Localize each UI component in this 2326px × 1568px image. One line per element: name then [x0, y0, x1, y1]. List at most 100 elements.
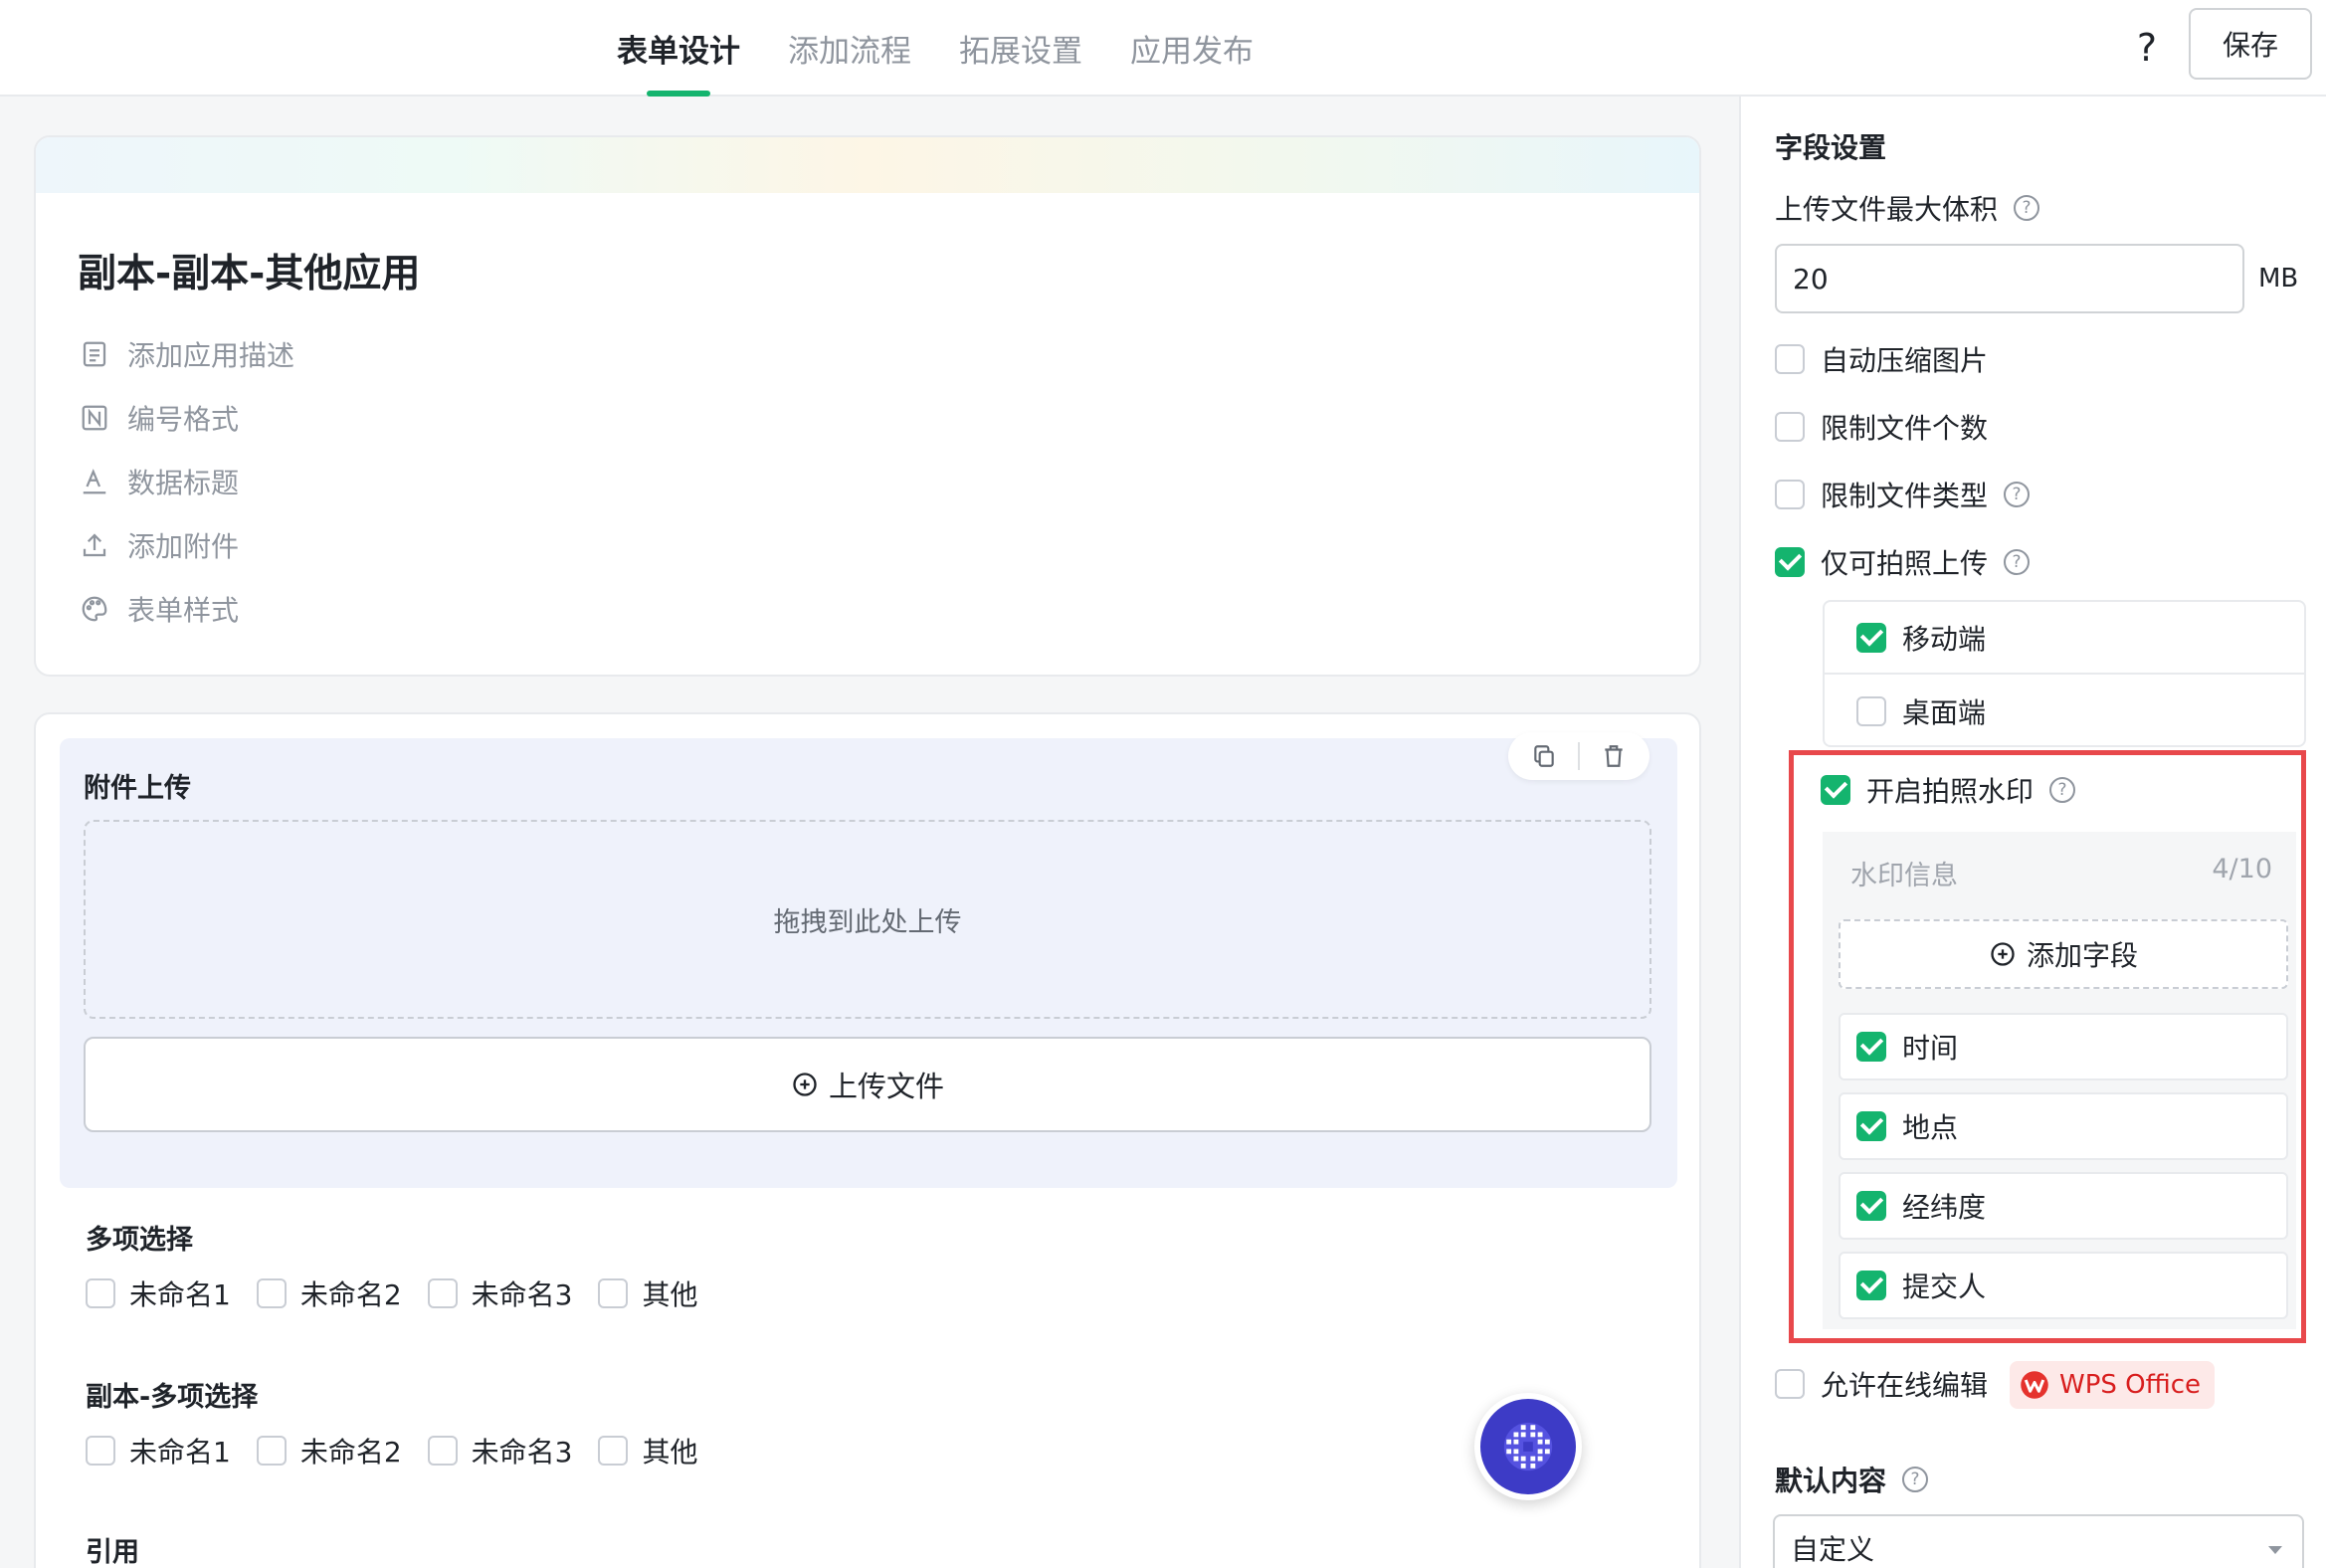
upload-file-label: 上传文件 [828, 1070, 944, 1103]
checkbox[interactable] [598, 1436, 629, 1466]
add-attachment-item[interactable]: 添加附件 [80, 513, 294, 577]
upload-icon [83, 533, 106, 557]
checkbox-checked[interactable] [1856, 1111, 1886, 1141]
save-button[interactable]: 保存 [2189, 8, 2312, 80]
help-icon[interactable]: ? [2117, 18, 2177, 78]
default-content-select[interactable]: 自定义 [1773, 1514, 2304, 1568]
data-title-label: 数据标题 [127, 467, 240, 499]
max-size-unit: MB [2258, 264, 2299, 294]
multi-select-copy-option-3[interactable]: 未命名3 [427, 1431, 573, 1470]
platform-desktop-label: 桌面端 [1902, 695, 1987, 729]
checkbox-checked[interactable] [1821, 775, 1850, 805]
tab-extension-settings[interactable]: 拓展设置 [935, 0, 1106, 97]
top-bar: 表单设计 添加流程 拓展设置 应用发布 ? 保存 [0, 0, 2326, 97]
watermark-checkbox[interactable]: 开启拍照水印 ? [1821, 770, 2076, 810]
add-description-label: 添加应用描述 [127, 339, 295, 372]
checkbox[interactable] [1775, 412, 1805, 442]
help-circle-icon[interactable]: ? [2049, 777, 2076, 803]
default-content-label: 默认内容 ? [1775, 1460, 1929, 1499]
default-content-value: 自定义 [1791, 1533, 1875, 1566]
multi-select-option-other[interactable]: 其他 [598, 1274, 698, 1313]
option-label: 未命名1 [129, 1278, 231, 1311]
add-field-button[interactable]: 添加字段 [1839, 919, 2288, 989]
watermark-info-section: 水印信息 4/10 添加字段 时间 地点 经纬度 提交人 [1823, 832, 2296, 1329]
checkbox[interactable] [86, 1436, 115, 1466]
checkbox[interactable] [598, 1278, 629, 1308]
plus-circle-icon [793, 1073, 817, 1096]
watermark-field-location[interactable]: 地点 [1839, 1092, 2288, 1160]
wps-office-badge: WPS Office [2010, 1361, 2216, 1409]
tab-app-publish[interactable]: 应用发布 [1106, 0, 1277, 97]
checkbox[interactable] [256, 1278, 287, 1308]
drop-zone[interactable]: 拖拽到此处上传 [84, 820, 1651, 1019]
help-circle-icon[interactable]: ? [1902, 1467, 1929, 1492]
auto-compress-label: 自动压缩图片 [1821, 344, 1989, 377]
max-size-text: 上传文件最大体积 [1775, 193, 1999, 226]
checkbox-checked[interactable] [1775, 547, 1805, 577]
form-style-item[interactable]: 表单样式 [80, 577, 294, 641]
add-description-item[interactable]: 添加应用描述 [80, 322, 294, 386]
max-size-input[interactable] [1775, 244, 2244, 313]
checkbox-checked[interactable] [1856, 1032, 1886, 1062]
plus-circle-icon [1991, 942, 2015, 966]
multi-select-copy-option-2[interactable]: 未命名2 [256, 1431, 402, 1470]
multi-select-option-3[interactable]: 未命名3 [427, 1274, 573, 1313]
watermark-field-label: 提交人 [1902, 1271, 1987, 1303]
app-title[interactable]: 副本-副本-其他应用 [78, 243, 420, 298]
option-label: 其他 [642, 1278, 698, 1311]
delete-icon[interactable] [1601, 743, 1627, 769]
description-icon [83, 341, 106, 367]
tab-add-flow[interactable]: 添加流程 [764, 0, 935, 97]
assistant-fab[interactable] [1474, 1393, 1582, 1500]
checkbox[interactable] [427, 1436, 458, 1466]
help-circle-icon[interactable]: ? [2004, 482, 2031, 507]
checkbox-checked[interactable] [1856, 1191, 1886, 1221]
watermark-field-submitter[interactable]: 提交人 [1839, 1252, 2288, 1319]
platform-options: 移动端 桌面端 [1823, 600, 2306, 747]
option-label: 未命名3 [471, 1436, 573, 1469]
photo-only-checkbox[interactable]: 仅可拍照上传 ? [1775, 542, 2031, 582]
palette-icon [82, 596, 107, 622]
default-content-text: 默认内容 [1775, 1465, 1887, 1497]
watermark-info-label: 水印信息 [1850, 861, 1958, 891]
online-edit-label: 允许在线编辑 [1821, 1369, 1989, 1402]
limit-type-checkbox[interactable]: 限制文件类型 ? [1775, 475, 2031, 514]
copy-icon[interactable] [1531, 743, 1557, 769]
multi-select-option-2[interactable]: 未命名2 [256, 1274, 402, 1313]
help-circle-icon[interactable]: ? [2014, 195, 2040, 221]
platform-mobile[interactable]: 移动端 [1825, 602, 2304, 675]
auto-compress-checkbox[interactable]: 自动压缩图片 [1775, 339, 1988, 379]
header-gradient [36, 137, 1699, 193]
app-meta-list: 添加应用描述 编号格式 数据标题 添加附件 表单样式 [80, 322, 294, 641]
main-tabs: 表单设计 添加流程 拓展设置 应用发布 [593, 0, 1277, 97]
number-format-item[interactable]: 编号格式 [80, 386, 294, 450]
online-edit-checkbox[interactable]: 允许在线编辑 [1775, 1364, 1988, 1404]
checkbox[interactable] [427, 1278, 458, 1308]
checkbox[interactable] [1856, 695, 1886, 726]
number-format-label: 编号格式 [127, 403, 240, 436]
platform-desktop[interactable]: 桌面端 [1825, 675, 2304, 747]
checkbox[interactable] [1775, 344, 1805, 374]
help-circle-icon[interactable]: ? [2004, 549, 2031, 575]
checkbox-checked[interactable] [1856, 622, 1886, 653]
checkbox[interactable] [1775, 480, 1805, 509]
option-label: 未命名3 [471, 1278, 573, 1311]
checkbox-checked[interactable] [1856, 1271, 1886, 1300]
limit-count-checkbox[interactable]: 限制文件个数 [1775, 407, 1988, 447]
multi-select-copy-option-1[interactable]: 未命名1 [86, 1431, 231, 1470]
watermark-field-coordinates[interactable]: 经纬度 [1839, 1172, 2288, 1240]
reference-field-label: 引用 [86, 1537, 139, 1568]
form-canvas: 附件上传 拖拽到此处上传 上传文件 多项选择 未命名1 未命名2 未命名3 其他… [34, 712, 1701, 1568]
watermark-field-time[interactable]: 时间 [1839, 1013, 2288, 1080]
multi-select-option-1[interactable]: 未命名1 [86, 1274, 231, 1313]
upload-file-button[interactable]: 上传文件 [84, 1037, 1651, 1132]
wps-office-label: WPS Office [2059, 1370, 2202, 1400]
multi-select-copy-option-other[interactable]: 其他 [598, 1431, 698, 1470]
checkbox[interactable] [256, 1436, 287, 1466]
checkbox[interactable] [86, 1278, 115, 1308]
attachment-field[interactable]: 附件上传 拖拽到此处上传 上传文件 [60, 732, 1677, 1188]
checkbox[interactable] [1775, 1369, 1805, 1399]
assistant-icon [1503, 1422, 1553, 1471]
data-title-item[interactable]: 数据标题 [80, 450, 294, 513]
tab-form-design[interactable]: 表单设计 [593, 0, 764, 97]
